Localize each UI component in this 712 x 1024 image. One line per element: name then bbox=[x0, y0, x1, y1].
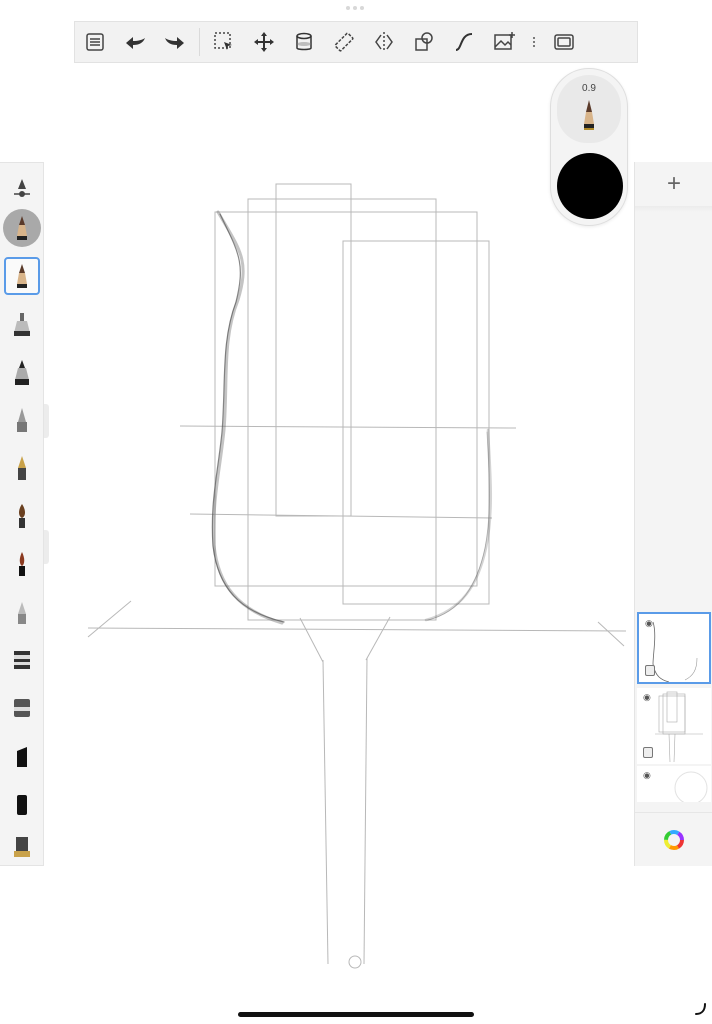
brush-airbrush-icon[interactable] bbox=[4, 401, 40, 439]
fill-bucket-icon[interactable] bbox=[284, 22, 324, 62]
brush-fine-paintbrush-icon[interactable] bbox=[4, 545, 40, 583]
brush-puck[interactable]: 0.9 bbox=[550, 68, 628, 226]
toolbar-divider bbox=[199, 28, 200, 56]
palette-pull-tab[interactable] bbox=[44, 530, 49, 564]
more-dots-icon[interactable] bbox=[524, 22, 544, 62]
layer-thumbnail[interactable]: ◉ bbox=[637, 766, 711, 802]
brush-size-value: 0.9 bbox=[582, 83, 596, 94]
brush-pencil-icon[interactable] bbox=[4, 257, 40, 295]
brush-soft-eraser-icon[interactable] bbox=[4, 689, 40, 727]
redo-icon[interactable] bbox=[155, 22, 195, 62]
import-image-icon[interactable] bbox=[484, 22, 524, 62]
brush-block-marker-icon[interactable] bbox=[4, 785, 40, 823]
top-toolbar bbox=[74, 21, 638, 63]
canvas-resize-handle[interactable] bbox=[692, 1000, 708, 1016]
color-wheel-button[interactable] bbox=[635, 812, 712, 867]
brush-opacity-slider-icon[interactable] bbox=[4, 169, 40, 207]
layer-panel: + ◉ ◉ ◉ bbox=[634, 162, 712, 866]
layer-thumbnail[interactable]: ◉ bbox=[637, 688, 711, 764]
layer-lock-icon[interactable] bbox=[645, 665, 655, 676]
shapes-icon[interactable] bbox=[404, 22, 444, 62]
brush-fountain-pen-icon[interactable] bbox=[4, 449, 40, 487]
brush-smudge-icon[interactable] bbox=[4, 593, 40, 631]
fullscreen-icon[interactable] bbox=[544, 22, 584, 62]
home-indicator[interactable] bbox=[238, 1012, 474, 1017]
pencil-icon bbox=[584, 100, 594, 130]
symmetry-icon[interactable] bbox=[364, 22, 404, 62]
layer-visibility-eye-icon[interactable]: ◉ bbox=[645, 618, 653, 629]
selection-icon[interactable] bbox=[204, 22, 244, 62]
brush-palette bbox=[0, 162, 44, 866]
brush-pencil-round-icon[interactable] bbox=[3, 209, 41, 247]
brush-paintbrush-icon[interactable] bbox=[4, 497, 40, 535]
toolbar-grabber[interactable] bbox=[346, 6, 366, 10]
current-color-swatch[interactable] bbox=[557, 153, 623, 219]
brush-chisel-marker-icon[interactable] bbox=[4, 737, 40, 775]
color-wheel-icon bbox=[664, 830, 684, 850]
undo-icon[interactable] bbox=[115, 22, 155, 62]
layer-visibility-eye-icon[interactable]: ◉ bbox=[643, 770, 651, 781]
curve-icon[interactable] bbox=[444, 22, 484, 62]
brush-hard-eraser-icon[interactable] bbox=[4, 641, 40, 679]
transform-move-icon[interactable] bbox=[244, 22, 284, 62]
layer-lock-icon[interactable] bbox=[643, 747, 653, 758]
brush-ink-pen-icon[interactable] bbox=[4, 353, 40, 391]
palette-pull-tab[interactable] bbox=[44, 404, 49, 438]
add-layer-button[interactable]: + bbox=[635, 162, 712, 207]
menu-list-icon[interactable] bbox=[75, 22, 115, 62]
layer-panel-divider bbox=[635, 206, 712, 212]
brush-flat-eraser-icon[interactable] bbox=[4, 827, 40, 865]
ruler-icon[interactable] bbox=[324, 22, 364, 62]
layer-visibility-eye-icon[interactable]: ◉ bbox=[643, 692, 651, 703]
layer-thumbnail[interactable]: ◉ bbox=[637, 612, 711, 684]
brush-size-control[interactable]: 0.9 bbox=[557, 75, 621, 143]
brush-marker-icon[interactable] bbox=[4, 305, 40, 343]
